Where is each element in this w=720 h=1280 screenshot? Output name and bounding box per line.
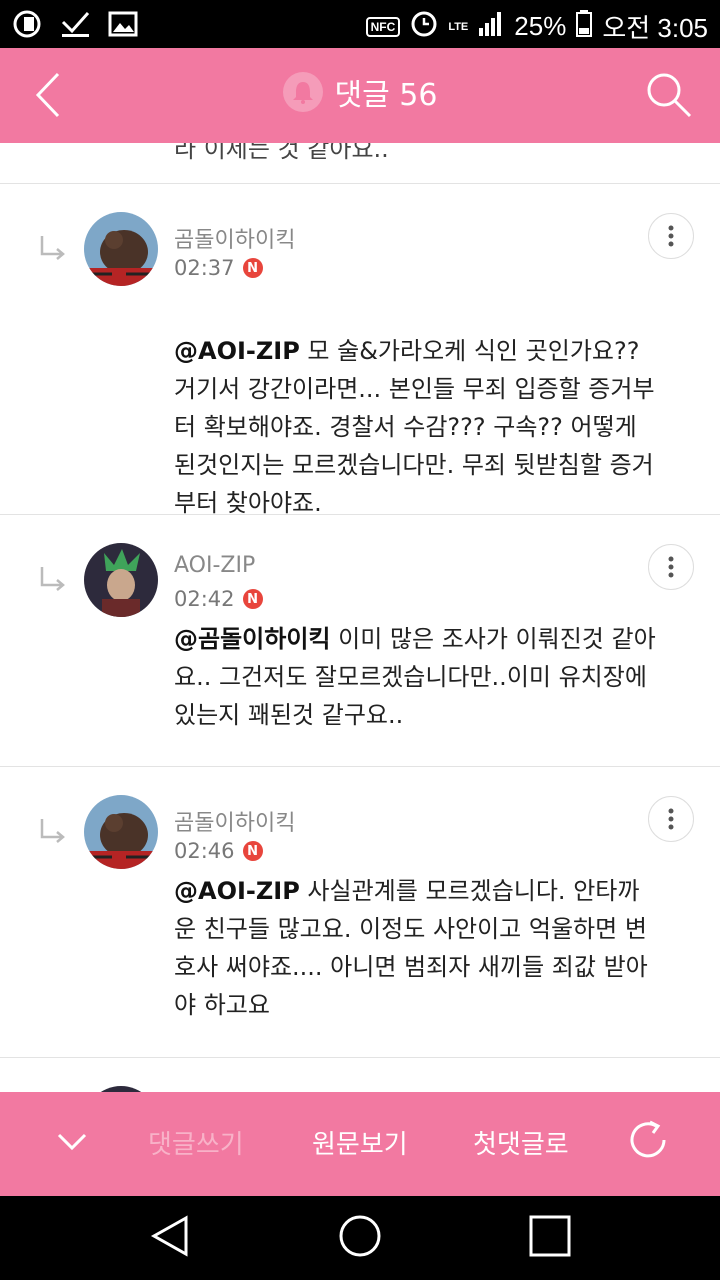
system-nav-bar [0,1196,720,1280]
comment-item: 곰돌이하이킥 02:37 N @AOI-ZIP 모 술&가라오케 식인 곳인가요… [0,184,720,517]
partial-comment-text: 라 이제는 것 같아요.. [174,143,389,163]
mention[interactable]: @AOI-ZIP [174,877,300,905]
comment-author[interactable]: 곰돌이하이킥 [174,222,295,254]
download-complete-icon [60,10,90,38]
comment-meta: 02:37 N [174,256,263,280]
alarm-icon [410,9,438,44]
comment-time: 02:46 [174,839,235,863]
more-icon[interactable] [648,544,694,590]
reply-arrow-icon [38,565,68,591]
more-icon[interactable] [648,213,694,259]
app-header: 댓글 56 [0,48,720,143]
comment-author[interactable]: 곰돌이하이킥 [174,805,295,837]
first-comment-button[interactable]: 첫댓글로 [473,1124,569,1161]
new-badge: N [242,258,263,278]
reply-arrow-icon [38,234,68,260]
more-icon[interactable] [648,796,694,842]
comment-list[interactable]: 라 이제는 것 같아요.. 곰돌이하이킥 02:37 N @AOI-ZIP 모 … [0,143,720,1092]
comment-meta: 02:46 N [174,839,263,863]
nav-back-icon[interactable] [148,1214,192,1262]
reply-arrow-icon [38,817,68,843]
comment-body: @AOI-ZIP 모 술&가라오케 식인 곳인가요?? 거기서 강간이라면...… [174,332,660,522]
bell-icon[interactable] [282,72,323,112]
lte-icon: LTE [448,20,469,33]
mention[interactable]: @곰돌이하이킥 [174,625,330,653]
chevron-down-icon[interactable] [55,1127,89,1157]
mention[interactable]: @AOI-ZIP [174,337,300,365]
battery-percent: 25% [514,11,567,41]
comment-item: 곰돌이하이킥 02:46 N @AOI-ZIP 사실관계를 모르겠습니다. 안타… [0,767,720,1058]
bottom-action-bar: 댓글쓰기 원문보기 첫댓글로 [0,1092,720,1196]
partial-comment: 라 이제는 것 같아요.. [0,143,720,184]
status-bar: NFC LTE 25% 오전 3:05 [0,0,720,48]
comment-time: 02:37 [174,256,235,280]
avatar[interactable] [84,543,158,617]
battery-icon [576,9,593,44]
comment-item [0,1058,720,1092]
comment-time: 02:42 [174,587,235,611]
comment-item: AOI-ZIP 02:42 N @곰돌이하이킥 이미 많은 조사가 이뤄진것 같… [0,515,720,767]
search-icon[interactable] [644,70,694,120]
nfc-icon: NFC [365,16,401,37]
view-original-button[interactable]: 원문보기 [312,1124,408,1161]
comment-author[interactable]: AOI-ZIP [174,553,255,578]
title-text: 댓글 [334,78,390,113]
nav-recents-icon[interactable] [528,1214,572,1262]
comment-meta: 02:42 N [174,587,263,611]
avatar[interactable] [84,212,158,286]
new-badge: N [242,841,263,861]
comment-body: @AOI-ZIP 사실관계를 모르겠습니다. 안타까운 친구들 많고요. 이정도… [174,872,660,1024]
refresh-icon[interactable] [626,1118,670,1162]
image-icon [108,10,138,38]
write-comment-button[interactable]: 댓글쓰기 [148,1124,244,1161]
avatar[interactable] [84,795,158,869]
comment-body: @곰돌이하이킥 이미 많은 조사가 이뤄진것 같아요.. 그건저도 잘모르겠습니… [174,620,660,734]
new-badge: N [242,589,263,609]
app-notification-icon [12,10,42,38]
signal-icon [478,10,504,43]
nav-home-icon[interactable] [338,1214,382,1262]
page-title: 댓글 56 [335,70,438,114]
comment-count: 56 [399,78,438,113]
clock: 오전 3:05 [602,13,708,43]
